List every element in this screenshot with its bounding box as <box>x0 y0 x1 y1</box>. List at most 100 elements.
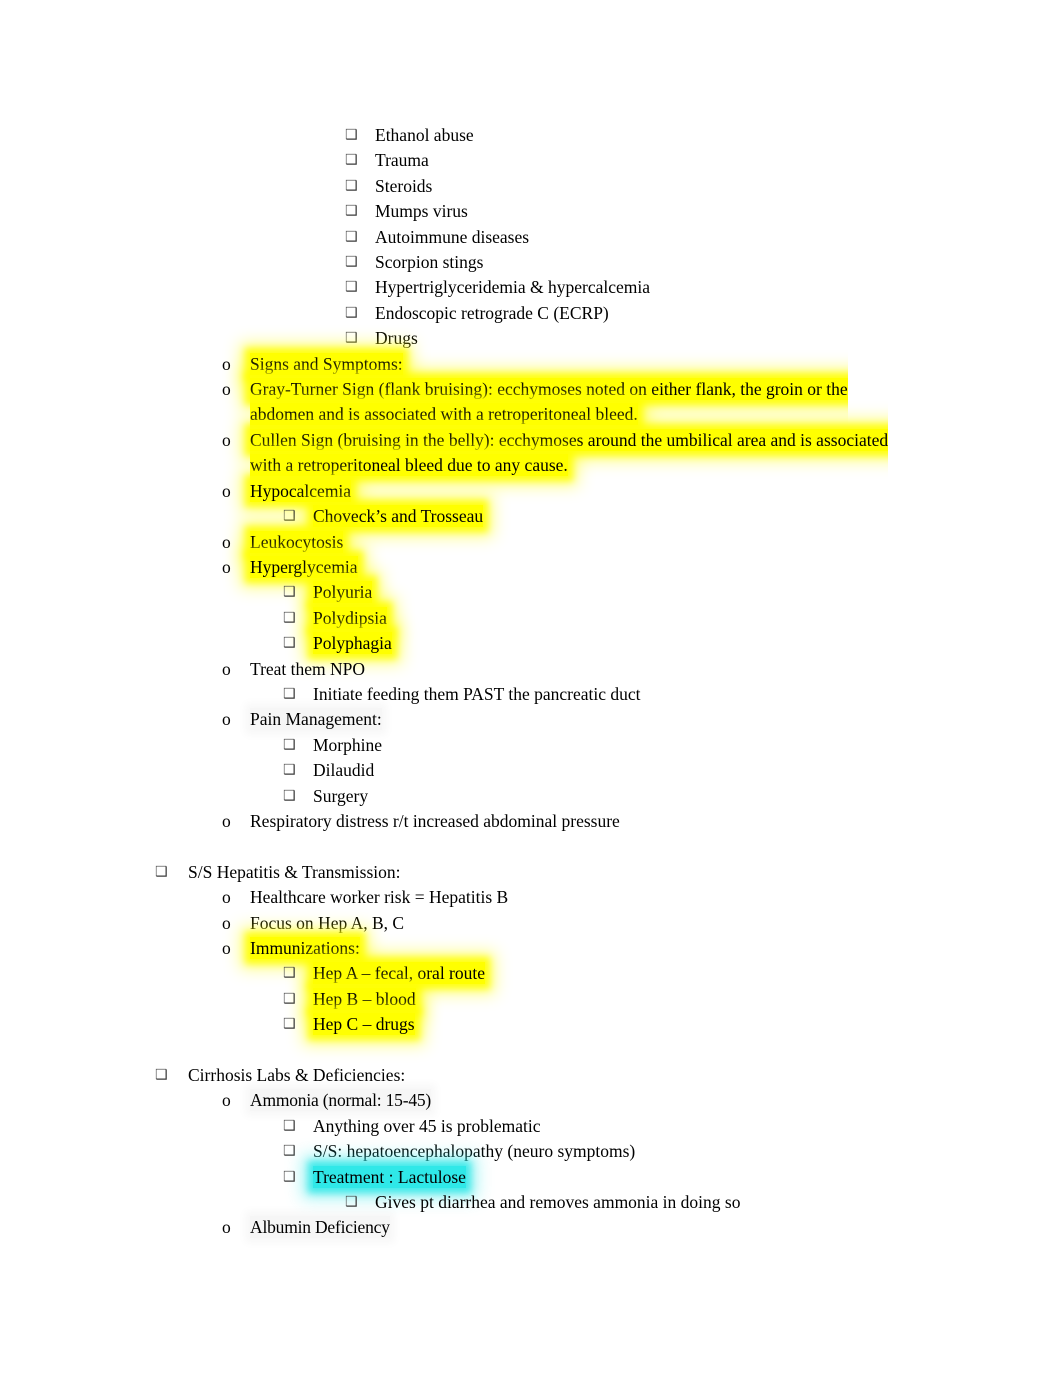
list-item: ❑ Treatment : Lactulose <box>0 1165 1062 1190</box>
list-item: ❑ Hep C – drugs <box>0 1012 1062 1037</box>
square-bullet-icon: ❑ <box>345 127 358 143</box>
list-item: ❑ Trauma <box>0 148 1062 173</box>
square-bullet-icon: ❑ <box>283 1143 296 1160</box>
square-bullet-icon: ❑ <box>283 787 296 804</box>
square-bullet-icon: ❑ <box>283 1016 296 1033</box>
list-item: ❑ Hep A – fecal, oral route <box>0 961 1062 986</box>
list-item-text: Mumps virus <box>375 201 468 222</box>
section-cirrhosis: ❑ Cirrhosis Labs & Deficiencies: o Ammonia … <box>0 1063 1062 1241</box>
list-item: ❑ Steroids <box>0 174 1062 199</box>
square-bullet-icon: ❑ <box>283 635 296 652</box>
square-bullet-icon: ❑ <box>155 863 168 880</box>
list-item: ❑ Surgery <box>0 784 1062 809</box>
list-item: o Leukocytosis <box>0 530 1062 555</box>
list-item-text: Trauma <box>375 150 429 171</box>
list-item-text: Steroids <box>375 175 433 196</box>
square-bullet-icon: ❑ <box>345 1194 358 1211</box>
list-item-text: Polyuria <box>313 581 373 604</box>
square-bullet-icon: ❑ <box>283 1117 296 1134</box>
circle-bullet-icon: o <box>222 353 231 374</box>
list-item: ❑ Hep B – blood <box>0 987 1062 1012</box>
list-item: o Healthcare worker risk = Hepatitis B <box>0 885 1062 910</box>
section-hepatitis: ❑ S/S Hepatitis & Transmission: o Healthcar… <box>0 860 1062 1038</box>
square-bullet-icon: ❑ <box>345 177 358 194</box>
list-item: o Focus on Hep A, B, C <box>0 911 1062 936</box>
list-item: o Hyperglycemia <box>0 555 1062 580</box>
square-bullet-icon: ❑ <box>283 965 296 982</box>
list-item-text: Morphine <box>313 734 383 755</box>
list-item-text: Scorpion stings <box>375 252 484 273</box>
list-item-text: Focus on Hep A, B, C <box>250 912 405 933</box>
list-item: ❑ S/S Hepatitis & Transmission: <box>0 860 1062 885</box>
circle-bullet-icon: o <box>222 480 231 501</box>
list-item: o Albumin Deficiency <box>0 1215 1062 1240</box>
list-item-text: Hypocalcemia <box>250 479 352 502</box>
circle-bullet-icon: o <box>222 658 231 679</box>
square-bullet-icon: ❑ <box>345 152 358 169</box>
list-item-text: Hep B – blood <box>313 987 416 1010</box>
list-item-text: Gray-Turner Sign (flank bruising): ecchy… <box>250 378 848 426</box>
circle-bullet-icon: o <box>222 1090 231 1111</box>
square-bullet-icon: ❑ <box>155 1067 168 1083</box>
list-item-text: Treat them NPO <box>250 658 366 679</box>
list-item-text: Respiratory distress r/t increased abdom… <box>250 810 620 831</box>
circle-bullet-icon: o <box>222 887 231 908</box>
list-item: ❑ Scorpion stings <box>0 250 1062 275</box>
list-item-text: Anything over 45 is problematic <box>313 1115 541 1136</box>
square-bullet-icon: ❑ <box>283 685 296 702</box>
list-item-text: Endoscopic retrograde C (ECRP) <box>375 302 609 323</box>
circle-bullet-icon: o <box>222 709 231 730</box>
list-item: o Treat them NPO <box>0 657 1062 682</box>
list-item-text: Cullen Sign (bruising in the belly): ecc… <box>250 428 889 477</box>
list-item: ❑ Drugs <box>0 326 1062 351</box>
square-bullet-icon: ❑ <box>345 254 358 271</box>
list-item-text: Polydipsia <box>313 606 387 629</box>
list-item-text: Pain Management: <box>250 709 382 730</box>
list-item: o Pain Management: <box>0 707 1062 732</box>
square-bullet-icon: ❑ <box>283 609 296 626</box>
square-bullet-icon: ❑ <box>345 228 358 245</box>
list-item-text: Hep A – fecal, oral route <box>313 962 486 985</box>
list-item-text: Initiate feeding them PAST the pancreati… <box>313 683 641 704</box>
square-bullet-icon: ❑ <box>283 508 296 525</box>
list-item-text: Polyphagia <box>313 632 392 655</box>
list-item: ❑ Cirrhosis Labs & Deficiencies: <box>0 1063 1062 1088</box>
list-item: o Hypocalcemia <box>0 479 1062 504</box>
page-top-margin <box>0 0 1062 123</box>
circle-bullet-icon: o <box>222 810 231 831</box>
list-item-text: Albumin Deficiency <box>250 1217 390 1238</box>
list-item: ❑ Polyphagia <box>0 631 1062 656</box>
list-item: ❑ Morphine <box>0 733 1062 758</box>
list-item-text: Drugs <box>375 328 418 349</box>
list-item-text: Cirrhosis Labs & Deficiencies: <box>188 1065 406 1085</box>
circle-bullet-icon: o <box>222 429 231 450</box>
list-item: o Ammonia (normal: 15-45) <box>0 1088 1062 1113</box>
square-bullet-icon: ❑ <box>283 584 296 601</box>
square-bullet-icon: ❑ <box>283 1168 296 1185</box>
list-item: o Immunizations: <box>0 936 1062 961</box>
section-pancreatitis_causes: ❑ Ethanol abuse ❑ Trauma ❑ Steroids ❑ Mumps vir… <box>0 123 1062 834</box>
list-item: o Signs and Symptoms: <box>0 352 1062 377</box>
list-item: ❑ Initiate feeding them PAST the pancreat… <box>0 682 1062 707</box>
square-bullet-icon: ❑ <box>345 304 358 321</box>
list-item: ❑ S/S: hepatoencephalopathy (neuro sympto… <box>0 1139 1062 1164</box>
square-bullet-icon: ❑ <box>283 736 296 753</box>
circle-bullet-icon: o <box>222 531 231 552</box>
list-item-text: Choveck’s and Trosseau <box>313 505 484 528</box>
list-item-text: Leukocytosis <box>250 530 344 553</box>
list-item-text: Hyperglycemia <box>250 555 358 578</box>
list-item-text: Surgery <box>313 785 369 806</box>
list-item: ❑ Dilaudid <box>0 758 1062 783</box>
list-item-text: Hypertriglyceridemia & hypercalcemia <box>375 277 651 298</box>
list-item: ❑ Mumps virus <box>0 199 1062 224</box>
circle-bullet-icon: o <box>222 1217 231 1238</box>
list-item-text: Ethanol abuse <box>375 125 474 145</box>
circle-bullet-icon: o <box>222 912 231 933</box>
list-item-text: Hep C – drugs <box>313 1013 415 1036</box>
list-item-text: Ammonia (normal: 15-45) <box>250 1090 432 1111</box>
square-bullet-icon: ❑ <box>283 990 296 1007</box>
list-item-text: Healthcare worker risk = Hepatitis B <box>250 887 509 908</box>
list-item: o Cullen Sign (bruising in the belly): ec… <box>0 428 1062 479</box>
